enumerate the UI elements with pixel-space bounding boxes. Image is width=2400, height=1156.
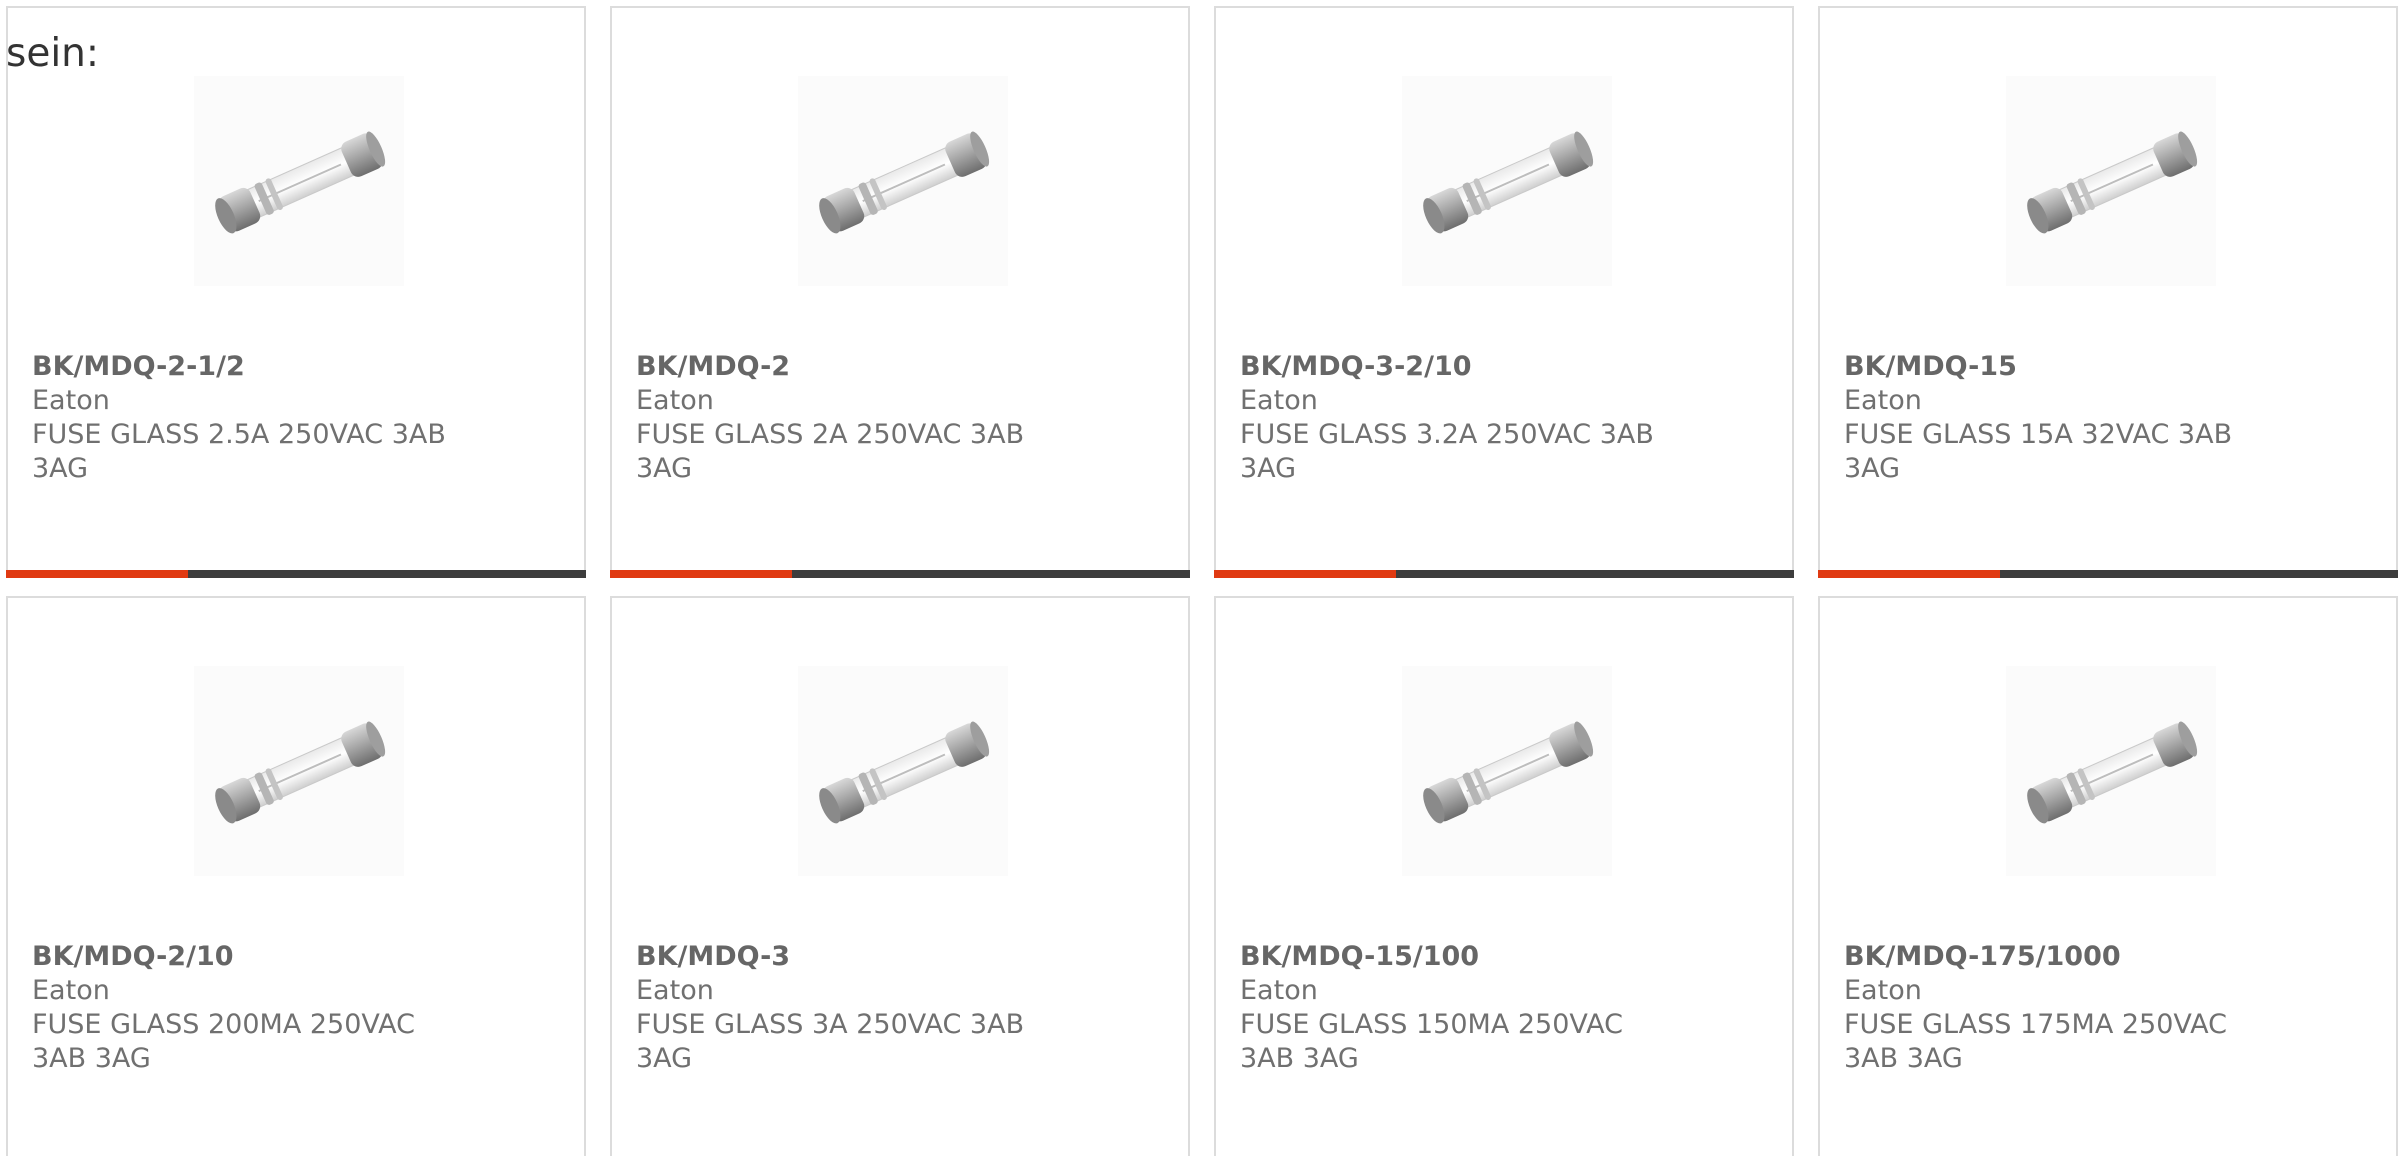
glass-fuse-icon [2006,76,2216,286]
product-card[interactable]: BK/MDQ-2 Eaton FUSE GLASS 2A 250VAC 3AB … [610,6,1190,578]
product-grid: BK/MDQ-2-1/2 Eaton FUSE GLASS 2.5A 250VA… [0,0,2400,1156]
description: FUSE GLASS 200MA 250VAC 3AB 3AG [32,1009,415,1074]
manufacturer: Eaton [1844,975,1922,1006]
part-number: BK/MDQ-2 [636,351,791,382]
product-card[interactable]: BK/MDQ-3 Eaton FUSE GLASS 3A 250VAC 3AB … [610,596,1190,1156]
card-accent-bar [1818,570,2000,578]
description: FUSE GLASS 3A 250VAC 3AB 3AG [636,1009,1025,1074]
glass-fuse-icon [1402,76,1612,286]
description: FUSE GLASS 3.2A 250VAC 3AB 3AG [1240,419,1654,484]
part-number: BK/MDQ-3-2/10 [1240,351,1472,382]
manufacturer: Eaton [636,385,714,416]
manufacturer: Eaton [636,975,714,1006]
glass-fuse-icon [798,666,1008,876]
product-card[interactable]: BK/MDQ-3-2/10 Eaton FUSE GLASS 3.2A 250V… [1214,6,1794,578]
manufacturer: Eaton [1240,975,1318,1006]
card-accent-bar [610,570,792,578]
manufacturer: Eaton [32,975,110,1006]
product-card[interactable]: BK/MDQ-175/1000 Eaton FUSE GLASS 175MA 2… [1818,596,2398,1156]
product-card[interactable]: BK/MDQ-2/10 Eaton FUSE GLASS 200MA 250VA… [6,596,586,1156]
glass-fuse-icon [798,76,1008,286]
card-bottom-bar [6,570,586,578]
manufacturer: Eaton [1240,385,1318,416]
product-card[interactable]: BK/MDQ-15/100 Eaton FUSE GLASS 150MA 250… [1214,596,1794,1156]
manufacturer: Eaton [32,385,110,416]
card-bottom-bar [610,570,1190,578]
product-grid-page: sein: BK/MDQ-2-1/2 Eaton FUSE GLASS 2.5A… [0,0,2400,1156]
product-card[interactable]: BK/MDQ-15 Eaton FUSE GLASS 15A 32VAC 3AB… [1818,6,2398,578]
intro-text: sein: [6,31,100,76]
product-card[interactable]: BK/MDQ-2-1/2 Eaton FUSE GLASS 2.5A 250VA… [6,6,586,578]
part-number: BK/MDQ-15 [1844,351,2017,382]
description: FUSE GLASS 15A 32VAC 3AB 3AG [1844,419,2233,484]
glass-fuse-icon [2006,666,2216,876]
part-number: BK/MDQ-2-1/2 [32,351,245,382]
glass-fuse-icon [194,76,404,286]
card-accent-bar [6,570,188,578]
part-number: BK/MDQ-15/100 [1240,941,1480,972]
part-number: BK/MDQ-2/10 [32,941,234,972]
card-accent-bar [1214,570,1396,578]
manufacturer: Eaton [1844,385,1922,416]
card-bottom-bar [1818,570,2398,578]
card-bottom-bar [1214,570,1794,578]
part-number: BK/MDQ-3 [636,941,791,972]
part-number: BK/MDQ-175/1000 [1844,941,2121,972]
glass-fuse-icon [1402,666,1612,876]
glass-fuse-icon [194,666,404,876]
description: FUSE GLASS 2.5A 250VAC 3AB 3AG [32,419,446,484]
description: FUSE GLASS 150MA 250VAC 3AB 3AG [1240,1009,1623,1074]
description: FUSE GLASS 2A 250VAC 3AB 3AG [636,419,1025,484]
description: FUSE GLASS 175MA 250VAC 3AB 3AG [1844,1009,2227,1074]
